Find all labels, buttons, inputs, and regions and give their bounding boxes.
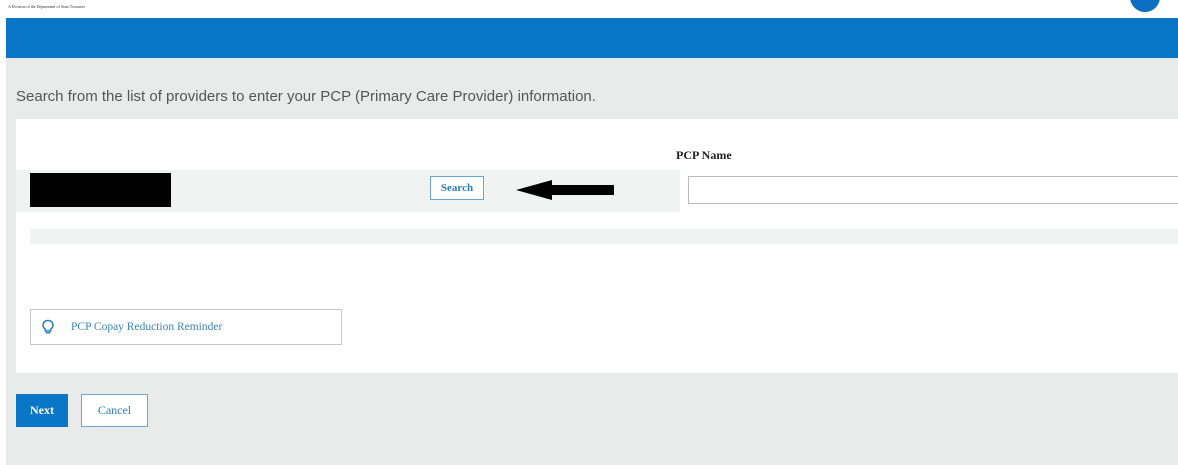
reminder-label: PCP Copay Reduction Reminder	[71, 321, 223, 333]
provider-search-card: PCP Name Search PCP Copay Reduction Remi…	[16, 119, 1178, 373]
blue-banner	[6, 18, 1178, 58]
header-tagline: A Division of the Department of State Tr…	[8, 4, 85, 9]
pcp-name-input[interactable]	[688, 176, 1178, 204]
arrow-left-icon	[516, 180, 614, 200]
results-placeholder	[30, 229, 1178, 244]
redacted-block	[30, 173, 171, 207]
main-content: Search from the list of providers to ent…	[6, 58, 1178, 465]
top-header: A Division of the Department of State Tr…	[0, 0, 1178, 18]
search-row: Search	[16, 170, 1178, 212]
lightbulb-icon	[42, 319, 54, 334]
pcp-name-header: PCP Name	[676, 148, 732, 162]
instructions-text: Search from the list of providers to ent…	[16, 88, 596, 105]
cancel-button[interactable]: Cancel	[81, 394, 148, 427]
search-button[interactable]: Search	[430, 176, 484, 200]
pcp-copay-reminder[interactable]: PCP Copay Reduction Reminder	[30, 309, 342, 345]
profile-circle-icon[interactable]	[1130, 0, 1160, 12]
pcp-name-cell	[680, 170, 1178, 212]
next-button[interactable]: Next	[16, 394, 68, 427]
